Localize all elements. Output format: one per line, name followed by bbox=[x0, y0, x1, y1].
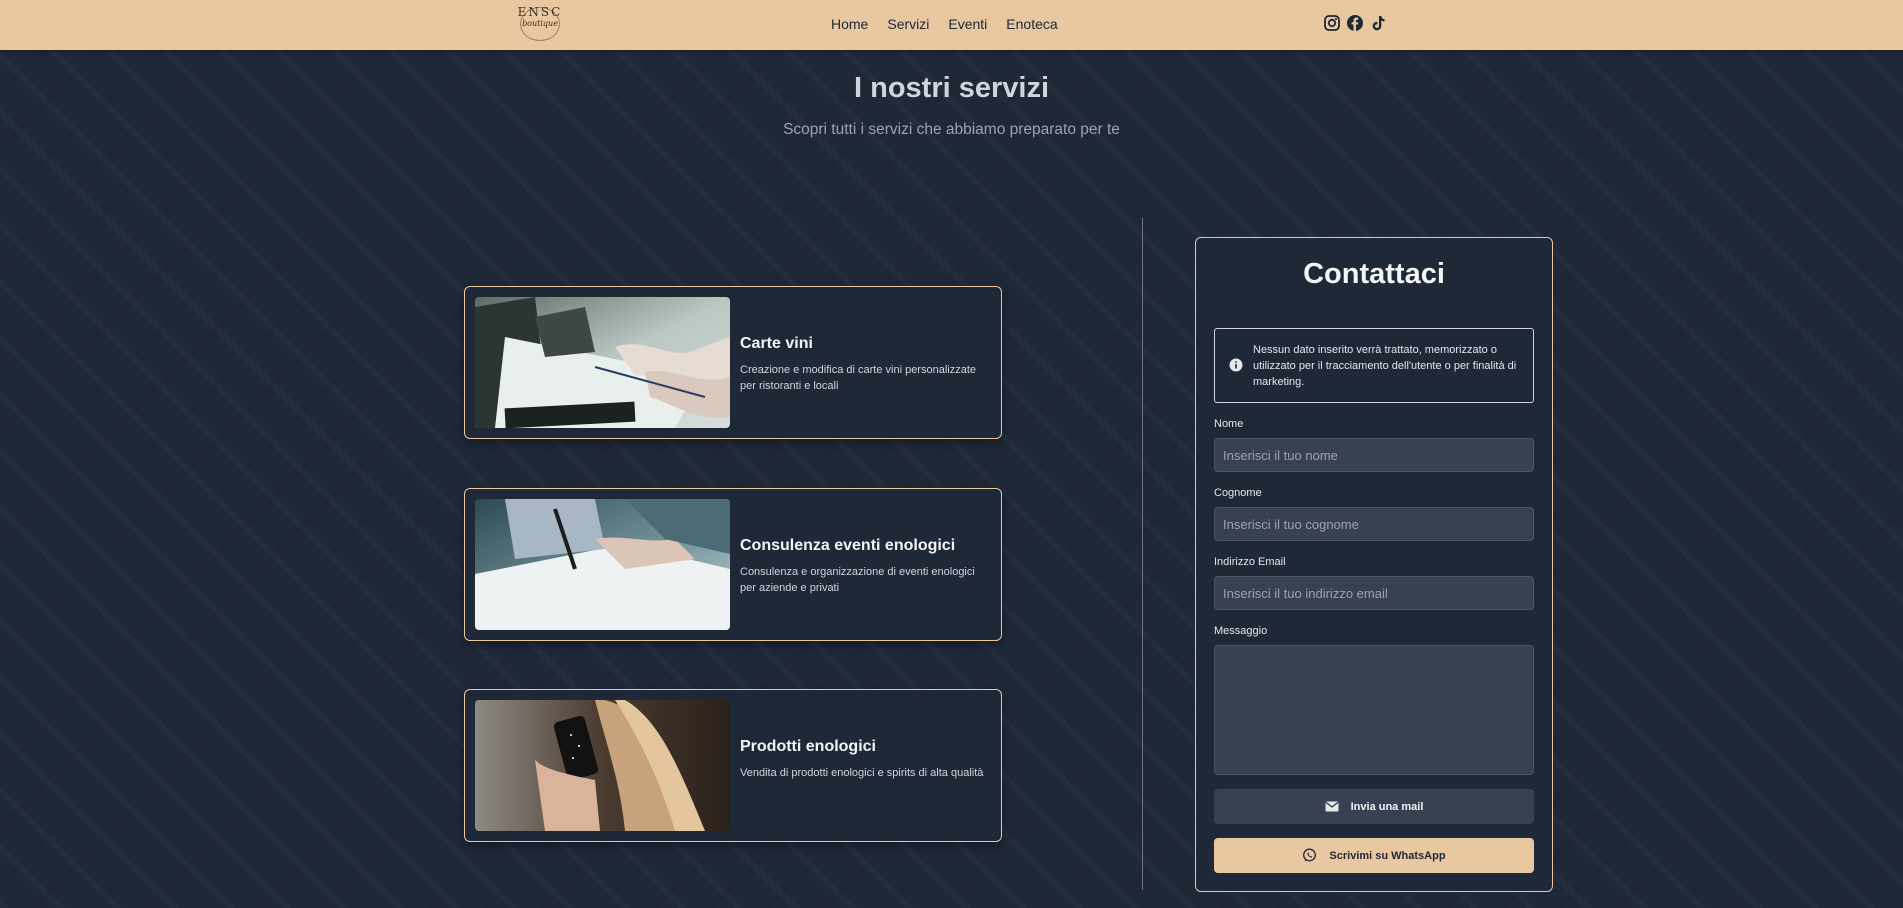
service-title: Prodotti enologici bbox=[740, 738, 876, 755]
tiktok-icon[interactable] bbox=[1369, 14, 1387, 32]
service-description: Vendita di prodotti enologici e spirits … bbox=[740, 767, 984, 779]
service-card-prodotti[interactable]: Prodotti enologici Vendita di prodotti e… bbox=[464, 689, 1002, 842]
send-mail-label: Invia una mail bbox=[1350, 800, 1424, 813]
cognome-input[interactable] bbox=[1214, 507, 1534, 541]
logo[interactable]: ENSC boutique bbox=[516, 6, 564, 41]
service-card-consulenza[interactable]: Consulenza eventi enologici Consulenza e… bbox=[464, 488, 1002, 641]
service-title: Carte vini bbox=[740, 335, 813, 352]
nome-input[interactable] bbox=[1214, 438, 1534, 472]
contact-form: Contattaci Nessun dato inserito verrà tr… bbox=[1195, 237, 1553, 892]
whatsapp-button[interactable]: Scrivimi su WhatsApp bbox=[1214, 838, 1534, 873]
label-cognome: Cognome bbox=[1214, 487, 1262, 499]
label-messaggio: Messaggio bbox=[1214, 625, 1268, 637]
service-description: Creazione e modifica di carte vini perso… bbox=[740, 364, 977, 392]
top-navbar: ENSC boutique Home Servizi Eventi Enotec… bbox=[0, 0, 1903, 50]
whatsapp-icon bbox=[1303, 848, 1317, 862]
email-input[interactable] bbox=[1214, 576, 1534, 610]
instagram-icon[interactable] bbox=[1323, 14, 1341, 32]
nav-servizi[interactable]: Servizi bbox=[887, 16, 929, 32]
social-links bbox=[1323, 14, 1387, 32]
logo-ring bbox=[520, 7, 560, 41]
info-icon bbox=[1229, 358, 1243, 372]
nav-home[interactable]: Home bbox=[831, 16, 868, 32]
main-nav: Home Servizi Eventi Enoteca bbox=[831, 16, 1058, 32]
vertical-divider bbox=[1142, 218, 1143, 890]
facebook-icon[interactable] bbox=[1346, 14, 1364, 32]
contact-title: Contattaci bbox=[1303, 258, 1445, 290]
service-description: Consulenza e organizzazione di eventi en… bbox=[740, 566, 975, 594]
service-image-laptop bbox=[475, 297, 730, 428]
page-title: I nostri servizi bbox=[853, 72, 1049, 104]
nav-eventi[interactable]: Eventi bbox=[948, 16, 987, 32]
label-nome: Nome bbox=[1214, 418, 1244, 430]
service-card-carte-vini[interactable]: Carte vini Creazione e modifica di carte… bbox=[464, 286, 1002, 439]
label-email: Indirizzo Email bbox=[1214, 556, 1286, 568]
mail-icon bbox=[1324, 801, 1339, 812]
service-image-signing bbox=[475, 499, 730, 630]
service-title: Consulenza eventi enologici bbox=[740, 537, 956, 554]
messaggio-textarea[interactable] bbox=[1214, 645, 1534, 775]
whatsapp-label: Scrivimi su WhatsApp bbox=[1329, 849, 1446, 862]
send-mail-button[interactable]: Invia una mail bbox=[1214, 789, 1534, 824]
privacy-notice-text: Nessun dato inserito verrà trattato, mem… bbox=[1253, 344, 1517, 388]
nav-enoteca[interactable]: Enoteca bbox=[1006, 16, 1057, 32]
privacy-notice: Nessun dato inserito verrà trattato, mem… bbox=[1214, 328, 1534, 403]
page-subtitle: Scopri tutti i servizi che abbiamo prepa… bbox=[783, 121, 1120, 138]
service-image-phone bbox=[475, 700, 730, 831]
